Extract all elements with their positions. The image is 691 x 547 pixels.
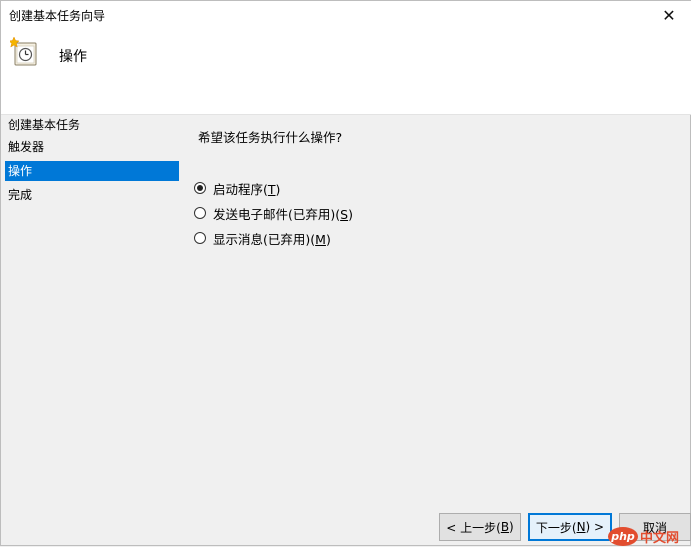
wizard-window: 创建基本任务向导 ✕ 操作 创建基本任务 触发器 操作 完成 希望该任务执行什么… [0, 0, 691, 546]
watermark-text: 中文网 [640, 531, 680, 546]
window-title: 创建基本任务向导 [9, 9, 106, 23]
back-button[interactable]: < 上一步(B) [439, 513, 521, 541]
step-item-create-task[interactable]: 创建基本任务 [5, 115, 179, 135]
option-label: 启动程序(T) [213, 181, 281, 197]
site-watermark: php 中文网 [608, 526, 691, 547]
title-bar: 创建基本任务向导 ✕ [1, 1, 691, 29]
scheduled-task-icon [10, 37, 37, 66]
wizard-steps-sidebar: 创建基本任务 触发器 操作 完成 [1, 115, 181, 515]
page-title: 操作 [59, 49, 87, 65]
step-item-finish[interactable]: 完成 [5, 185, 179, 205]
step-item-trigger[interactable]: 触发器 [5, 137, 179, 157]
option-send-email[interactable]: 发送电子邮件(已弃用)(S) [194, 204, 353, 222]
option-start-program[interactable]: 启动程序(T) [194, 179, 280, 197]
watermark-badge: php [608, 527, 638, 546]
action-question: 希望该任务执行什么操作? [198, 130, 343, 145]
wizard-header: 操作 [1, 29, 691, 115]
option-display-message[interactable]: 显示消息(已弃用)(M) [194, 229, 331, 247]
radio-send-email[interactable] [194, 207, 206, 219]
radio-start-program[interactable] [194, 182, 206, 194]
close-button[interactable]: ✕ [646, 1, 691, 29]
option-label: 发送电子邮件(已弃用)(S) [213, 206, 353, 222]
next-button[interactable]: 下一步(N) > [528, 513, 612, 541]
option-label: 显示消息(已弃用)(M) [213, 231, 331, 247]
radio-display-message[interactable] [194, 232, 206, 244]
step-item-action[interactable]: 操作 [5, 161, 179, 181]
